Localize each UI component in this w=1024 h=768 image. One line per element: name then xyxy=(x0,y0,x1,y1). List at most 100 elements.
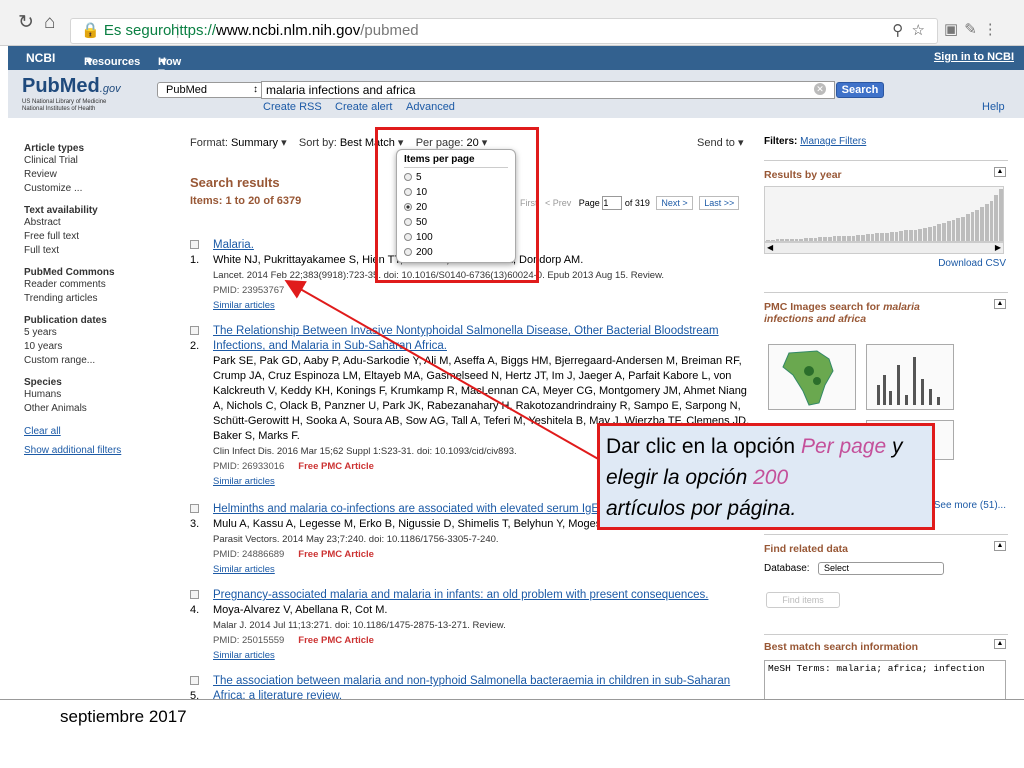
histogram-bar[interactable] xyxy=(984,204,989,241)
histogram-bar[interactable] xyxy=(775,239,780,241)
secure-indicator[interactable]: 🔒 Es seguro | xyxy=(81,19,179,43)
send-to-menu[interactable]: Send to ▾ xyxy=(697,136,744,149)
create-rss-link[interactable]: Create RSS xyxy=(263,101,322,113)
filter-item[interactable]: Clinical Trial xyxy=(24,154,164,168)
histogram-bar[interactable] xyxy=(851,235,856,241)
prev-page-link[interactable]: < Prev xyxy=(545,198,571,208)
histogram-bar[interactable] xyxy=(880,233,884,241)
histogram-bar[interactable] xyxy=(965,214,970,241)
filter-item[interactable]: Full text xyxy=(24,244,164,258)
free-pmc-article-link[interactable]: Free PMC Article xyxy=(298,461,374,472)
histogram-bar[interactable] xyxy=(837,236,842,241)
histogram-bar[interactable] xyxy=(823,237,827,241)
histogram-bar[interactable] xyxy=(899,231,904,241)
last-page-button[interactable]: Last >> xyxy=(699,196,740,210)
histogram-bar[interactable] xyxy=(794,238,799,241)
collapse-icon[interactable]: ▲ xyxy=(994,299,1006,309)
similar-articles-link[interactable]: Similar articles xyxy=(213,648,753,663)
result-checkbox[interactable] xyxy=(190,326,199,335)
free-pmc-article-link[interactable]: Free PMC Article xyxy=(298,549,374,560)
filter-item[interactable]: 10 years xyxy=(24,340,164,354)
zoom-icon[interactable]: ⚲ xyxy=(892,22,903,39)
histogram-bar[interactable] xyxy=(813,237,818,241)
see-more-link[interactable]: See more (51)... xyxy=(934,500,1006,511)
next-page-button[interactable]: Next > xyxy=(656,196,693,210)
histogram-bar[interactable] xyxy=(956,218,961,241)
filter-item[interactable]: Reader comments xyxy=(24,278,164,292)
download-csv-link[interactable]: Download CSV xyxy=(938,258,1006,269)
histogram-bar[interactable] xyxy=(842,236,846,241)
histogram-bar[interactable] xyxy=(961,216,965,241)
help-link[interactable]: Help xyxy=(982,101,1005,113)
filter-item[interactable]: Custom range... xyxy=(24,354,164,368)
similar-articles-link[interactable]: Similar articles xyxy=(213,562,753,577)
clear-all-link[interactable]: Clear all xyxy=(24,426,164,437)
similar-articles-link[interactable]: Similar articles xyxy=(213,298,753,313)
scroll-right-icon[interactable]: ▶ xyxy=(995,243,1001,253)
result-title-link[interactable]: The Relationship Between Invasive Nontyp… xyxy=(213,324,753,354)
histogram-bar[interactable] xyxy=(942,222,946,241)
filter-item[interactable]: Other Animals xyxy=(24,402,164,416)
histogram-bar[interactable] xyxy=(918,228,923,241)
sign-in-link[interactable]: Sign in to NCBI xyxy=(934,51,1014,63)
histogram-bar[interactable] xyxy=(861,234,865,241)
filter-item[interactable]: Humans xyxy=(24,388,164,402)
clear-search-icon[interactable]: ✕ xyxy=(814,83,826,95)
histogram-bar[interactable] xyxy=(927,227,932,241)
result-checkbox[interactable] xyxy=(190,676,199,685)
result-title-link[interactable]: Pregnancy-associated malaria and malaria… xyxy=(213,588,753,603)
histogram-bar[interactable] xyxy=(908,230,913,241)
histogram-bar[interactable] xyxy=(770,240,775,241)
histogram-bar[interactable] xyxy=(804,237,808,241)
home-icon[interactable]: ⌂ xyxy=(44,13,55,33)
filter-item[interactable]: Customize ... xyxy=(24,182,164,196)
result-title-link[interactable]: The association between malaria and non-… xyxy=(213,674,753,699)
filter-item[interactable]: 5 years xyxy=(24,326,164,340)
results-histogram[interactable] xyxy=(764,186,1004,242)
histogram-bar[interactable] xyxy=(885,232,889,241)
histogram-bar[interactable] xyxy=(808,237,813,241)
result-checkbox[interactable] xyxy=(190,590,199,599)
result-checkbox[interactable] xyxy=(190,504,199,513)
histogram-bar[interactable] xyxy=(980,207,984,241)
histogram-scrollbar[interactable]: ◀ ▶ xyxy=(764,242,1004,254)
histogram-bar[interactable] xyxy=(946,221,951,241)
histogram-bar[interactable] xyxy=(799,238,804,241)
tools-icon[interactable]: ✎ xyxy=(964,21,983,38)
histogram-bar[interactable] xyxy=(937,224,942,241)
address-bar[interactable]: 🔒 Es seguro | https://www.ncbi.nlm.nih.g… xyxy=(70,18,938,44)
histogram-bar[interactable] xyxy=(766,240,770,241)
find-items-button[interactable]: Find items xyxy=(766,592,840,608)
histogram-bar[interactable] xyxy=(865,234,870,241)
filter-item[interactable]: Abstract xyxy=(24,216,164,230)
histogram-bar[interactable] xyxy=(832,236,837,241)
histogram-bar[interactable] xyxy=(856,234,861,241)
create-alert-link[interactable]: Create alert xyxy=(335,101,392,113)
histogram-bar[interactable] xyxy=(846,235,851,241)
reload-icon[interactable]: ↻ xyxy=(18,13,34,33)
collapse-icon[interactable]: ▲ xyxy=(994,541,1006,551)
result-checkbox[interactable] xyxy=(190,240,199,249)
bookmark-star-icon[interactable]: ☆ xyxy=(912,22,925,39)
collapse-icon[interactable]: ▲ xyxy=(994,639,1006,649)
histogram-bar[interactable] xyxy=(932,225,937,241)
manage-filters-link[interactable]: Manage Filters xyxy=(800,136,866,147)
histogram-bar[interactable] xyxy=(780,239,785,241)
histogram-bar[interactable] xyxy=(970,211,975,241)
pmc-image-bars[interactable] xyxy=(866,344,954,410)
histogram-bar[interactable] xyxy=(785,239,789,241)
page-number-input[interactable] xyxy=(602,196,623,210)
show-additional-filters-link[interactable]: Show additional filters xyxy=(24,445,164,456)
pmc-image-map[interactable] xyxy=(768,344,856,410)
scroll-left-icon[interactable]: ◀ xyxy=(767,243,773,253)
menu-icon[interactable]: ⋮ xyxy=(983,21,1004,38)
search-input[interactable]: malaria infections and africa xyxy=(261,81,835,99)
histogram-bar[interactable] xyxy=(904,230,908,241)
histogram-bar[interactable] xyxy=(889,231,894,241)
advanced-link[interactable]: Advanced xyxy=(406,101,455,113)
histogram-bar[interactable] xyxy=(913,229,918,241)
histogram-bar[interactable] xyxy=(870,234,875,241)
histogram-bar[interactable] xyxy=(818,237,823,241)
histogram-bar[interactable] xyxy=(923,228,927,241)
database-dropdown[interactable]: Select xyxy=(818,562,944,575)
